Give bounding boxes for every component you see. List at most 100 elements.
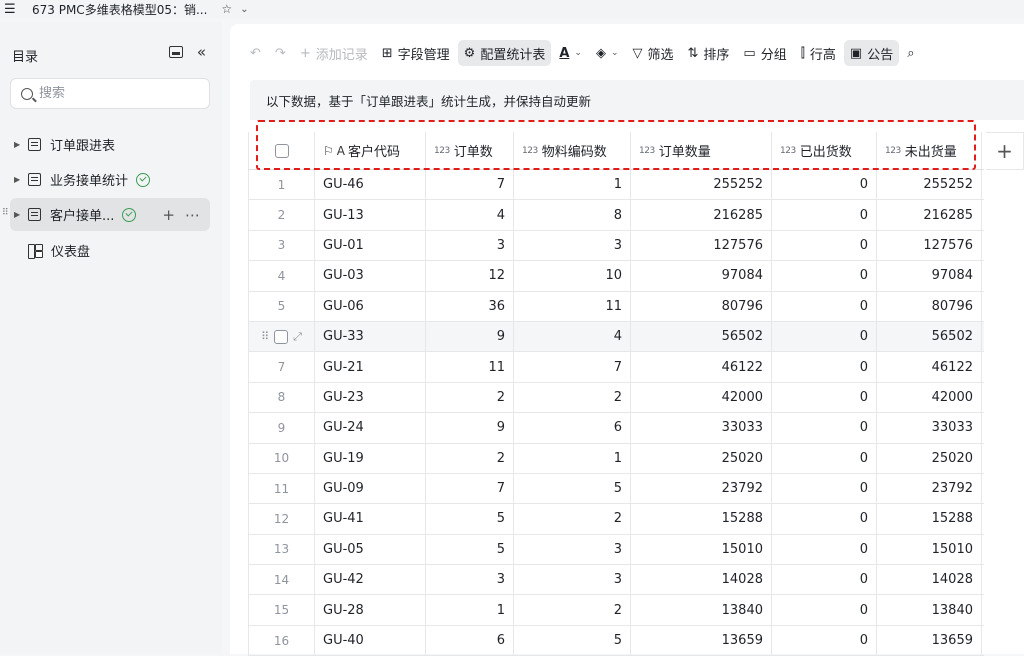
table-cell[interactable]: 5 <box>514 473 631 504</box>
table-cell[interactable]: 12 <box>426 261 514 291</box>
table-row[interactable]: 5 GU-06 36 11 80796 0 80796 <box>248 291 984 322</box>
table-cell[interactable]: GU-13 <box>315 200 426 230</box>
table-cell[interactable]: GU-23 <box>315 382 426 413</box>
table-cell[interactable]: 2 <box>426 382 514 413</box>
table-cell[interactable]: 5 <box>514 625 631 656</box>
row-checkbox[interactable] <box>274 329 289 344</box>
table-cell[interactable]: 9 <box>426 321 514 352</box>
table-cell[interactable]: 2 <box>514 595 631 625</box>
table-cell[interactable]: 0 <box>772 625 877 656</box>
table-cell[interactable]: 80796 <box>631 291 772 321</box>
filter-button[interactable]: ▽ 筛选 <box>626 40 679 66</box>
expand-arrow-icon[interactable]: ▶ <box>14 140 28 149</box>
table-cell[interactable]: 14028 <box>631 565 772 595</box>
table-cell[interactable]: 0 <box>772 413 877 443</box>
table-cell[interactable]: 0 <box>772 595 877 625</box>
column-header-order-qty[interactable]: 123 订单数量 <box>631 132 772 169</box>
table-cell[interactable]: GU-46 <box>315 170 426 200</box>
table-cell[interactable]: GU-05 <box>315 534 426 565</box>
row-number-cell[interactable]: 1 <box>248 170 315 200</box>
table-cell[interactable]: 25020 <box>631 443 772 473</box>
row-number-cell[interactable]: ⠿ ⤢ <box>248 321 315 352</box>
row-number-cell[interactable]: 13 <box>248 534 315 565</box>
table-cell[interactable]: 4 <box>426 200 514 230</box>
row-number-cell[interactable]: 12 <box>248 504 315 534</box>
table-cell[interactable]: GU-06 <box>315 291 426 321</box>
table-cell[interactable]: 2 <box>514 382 631 413</box>
table-cell[interactable]: 0 <box>772 230 877 261</box>
sidebar-item-order-tracking[interactable]: ▶ 订单跟进表 <box>10 128 210 161</box>
row-number-cell[interactable]: 4 <box>248 261 315 291</box>
table-cell[interactable]: 7 <box>514 352 631 382</box>
table-cell[interactable]: 3 <box>514 534 631 565</box>
row-number-cell[interactable]: 11 <box>248 473 315 504</box>
field-manage-button[interactable]: ⊞ 字段管理 <box>376 40 456 66</box>
table-cell[interactable]: 46122 <box>877 352 982 382</box>
table-cell[interactable]: GU-01 <box>315 230 426 261</box>
table-cell[interactable]: 6 <box>426 625 514 656</box>
table-cell[interactable]: 2 <box>426 443 514 473</box>
table-cell[interactable]: 1 <box>426 595 514 625</box>
table-cell[interactable]: 46122 <box>631 352 772 382</box>
add-icon[interactable]: + <box>162 206 175 224</box>
table-cell[interactable]: 3 <box>514 230 631 261</box>
collapse-sidebar-icon[interactable]: « <box>197 45 206 60</box>
add-column-button[interactable]: + <box>986 132 1024 170</box>
table-cell[interactable]: GU-09 <box>315 473 426 504</box>
table-cell[interactable]: 3 <box>514 565 631 595</box>
sort-button[interactable]: ⇅ 排序 <box>682 40 736 66</box>
redo-button[interactable]: ↷ <box>269 40 292 66</box>
more-icon[interactable]: ⋯ <box>185 206 200 224</box>
table-cell[interactable]: 0 <box>772 321 877 352</box>
table-cell[interactable]: 3 <box>426 565 514 595</box>
table-cell[interactable]: 56502 <box>631 321 772 352</box>
table-cell[interactable]: GU-33 <box>315 321 426 352</box>
table-cell[interactable]: 1 <box>514 443 631 473</box>
table-cell[interactable]: 127576 <box>631 230 772 261</box>
column-header-material-count[interactable]: 123 物料编码数 <box>514 132 631 169</box>
select-all-checkbox[interactable] <box>274 143 289 158</box>
table-row[interactable]: 15 GU-28 1 2 13840 0 13840 <box>248 595 984 626</box>
table-cell[interactable]: 11 <box>514 291 631 321</box>
table-cell[interactable]: 0 <box>772 443 877 473</box>
table-cell[interactable]: 97084 <box>877 261 982 291</box>
table-cell[interactable]: GU-03 <box>315 261 426 291</box>
add-record-button[interactable]: + 添加记录 <box>294 40 374 66</box>
table-cell[interactable]: 0 <box>772 473 877 504</box>
table-cell[interactable]: 0 <box>772 504 877 534</box>
table-cell[interactable]: 23792 <box>877 473 982 504</box>
sidebar-item-customer-orders[interactable]: ⠿ ▶ 客户接单... + ⋯ <box>2 198 210 231</box>
table-row[interactable]: ⠿ ⤢ GU-33 9 4 56502 0 56502 <box>248 321 984 353</box>
table-cell[interactable]: GU-41 <box>315 504 426 534</box>
row-number-cell[interactable]: 3 <box>248 230 315 261</box>
column-header-unshipped-qty[interactable]: 123 未出货量 <box>877 132 982 169</box>
table-cell[interactable]: 13840 <box>877 595 982 625</box>
undo-button[interactable]: ↶ <box>244 40 267 66</box>
row-number-cell[interactable]: 16 <box>248 625 315 656</box>
row-number-cell[interactable]: 14 <box>248 565 315 595</box>
table-cell[interactable]: GU-21 <box>315 352 426 382</box>
table-cell[interactable]: 13840 <box>631 595 772 625</box>
table-row[interactable]: 12 GU-41 5 2 15288 0 15288 <box>248 504 984 535</box>
chevron-down-icon[interactable]: ⌄ <box>240 4 248 15</box>
table-cell[interactable]: 3 <box>426 230 514 261</box>
row-number-cell[interactable]: 15 <box>248 595 315 625</box>
row-number-cell[interactable]: 7 <box>248 352 315 382</box>
table-cell[interactable]: 6 <box>514 413 631 443</box>
row-number-cell[interactable]: 10 <box>248 443 315 473</box>
table-cell[interactable]: 255252 <box>631 170 772 200</box>
table-cell[interactable]: 56502 <box>877 321 982 352</box>
group-button[interactable]: ▭ 分组 <box>737 40 792 66</box>
row-number-cell[interactable]: 9 <box>248 413 315 443</box>
panel-icon[interactable] <box>168 46 183 58</box>
table-row[interactable]: 11 GU-09 7 5 23792 0 23792 <box>248 473 984 505</box>
table-cell[interactable]: GU-28 <box>315 595 426 625</box>
sidebar-item-dashboard[interactable]: 仪表盘 <box>10 234 210 267</box>
table-row[interactable]: 2 GU-13 4 8 216285 0 216285 <box>248 200 984 231</box>
table-cell[interactable]: 5 <box>426 504 514 534</box>
table-row[interactable]: 8 GU-23 2 2 42000 0 42000 <box>248 382 984 414</box>
table-cell[interactable]: 11 <box>426 352 514 382</box>
table-cell[interactable]: 216285 <box>631 200 772 230</box>
column-header-order-count[interactable]: 123 订单数 <box>426 132 514 169</box>
expand-arrow-icon[interactable]: ▶ <box>14 175 28 184</box>
